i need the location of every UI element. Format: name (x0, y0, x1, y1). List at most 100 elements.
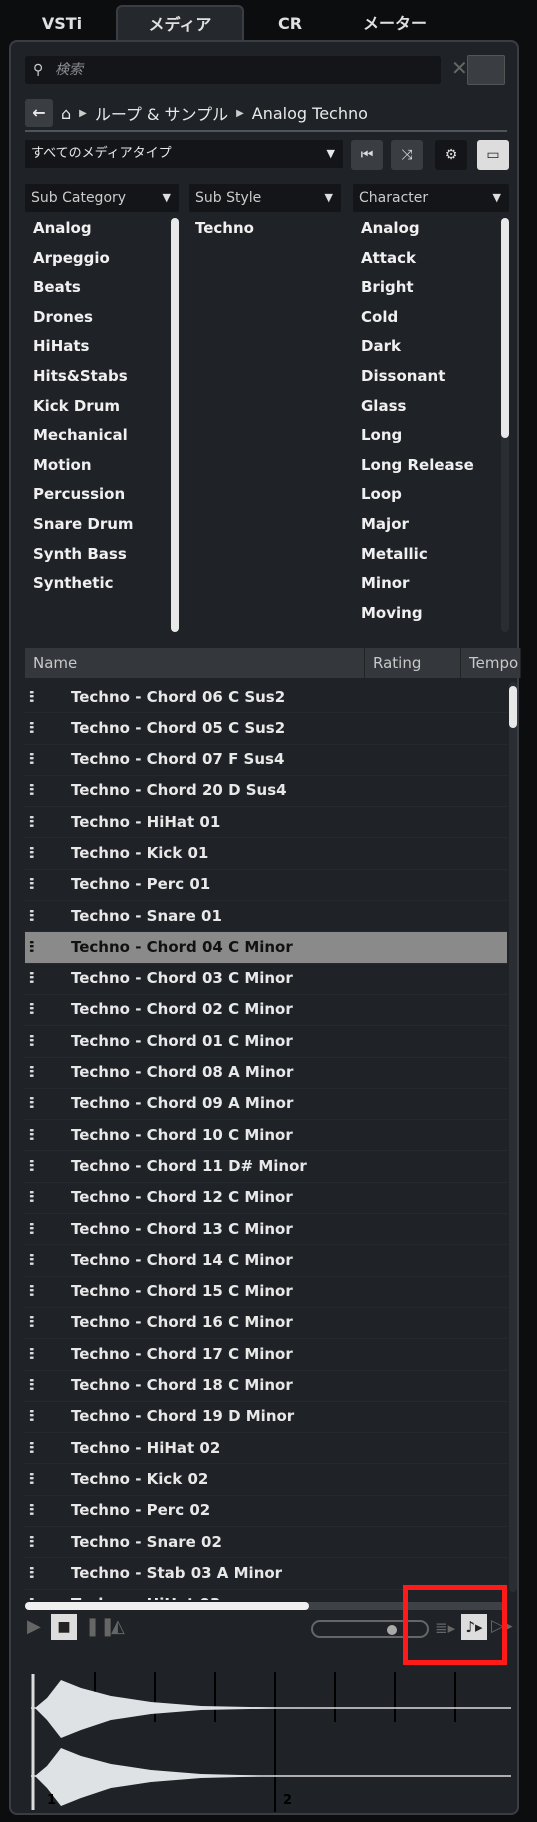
filter-item[interactable]: Major (361, 510, 474, 540)
list-item[interactable]: ⫶⫶⫶ Techno - Chord 20 D Sus4 (25, 776, 507, 808)
home-icon[interactable]: ⌂ (61, 104, 71, 123)
filter-scrollbar[interactable] (501, 218, 509, 632)
rewind-button[interactable]: ⏮ (351, 140, 383, 170)
list-item[interactable]: ⫶⫶⫶ Techno - Chord 13 C Minor (25, 1214, 507, 1246)
audio-waveform-icon: ⫶⫶⫶ (29, 1282, 34, 1301)
list-item[interactable]: ⫶⫶⫶ Techno - Chord 04 C Minor (25, 932, 507, 964)
list-item[interactable]: ⫶⫶⫶ Techno - Chord 11 D# Minor (25, 1151, 507, 1183)
filter-sub-style[interactable]: Sub Style ▼ (189, 184, 341, 212)
list-item[interactable]: ⫶⫶⫶ Techno - Chord 10 C Minor (25, 1120, 507, 1152)
filter-item[interactable]: HiHats (33, 332, 134, 362)
breadcrumb-item[interactable]: Analog Techno (252, 104, 368, 123)
audio-waveform-icon: ⫶⫶⫶ (29, 1501, 34, 1520)
list-scrollbar[interactable] (509, 682, 517, 1592)
filter-item[interactable]: Synthetic (33, 569, 134, 599)
list-item[interactable]: ⫶⫶⫶ Techno - HiHat 02 (25, 1433, 507, 1465)
list-item[interactable]: ⫶⫶⫶ Techno - Chord 16 C Minor (25, 1308, 507, 1340)
filter-item[interactable]: Bright (361, 273, 474, 303)
search-input[interactable]: ⚲ 検索 (25, 56, 441, 84)
filter-item[interactable]: Moving (361, 599, 474, 629)
audio-waveform-icon: ⫶⫶⫶ (29, 1188, 34, 1207)
filter-item[interactable]: Drones (33, 303, 134, 333)
list-item[interactable]: ⫶⫶⫶ Techno - Perc 02 (25, 1496, 507, 1528)
audio-waveform-icon: ⫶⫶⫶ (29, 1250, 34, 1269)
filter-item[interactable]: Long Release (361, 451, 474, 481)
layout-toggle-button[interactable]: ▭ (477, 140, 509, 170)
tab-vsti[interactable]: VSTi (22, 6, 102, 44)
item-name: Techno - Chord 17 C Minor (71, 1344, 293, 1363)
breadcrumb-separator-icon: ▶ (79, 107, 87, 119)
search-options-button[interactable] (467, 55, 505, 85)
item-name: Techno - Chord 03 C Minor (71, 969, 293, 988)
filter-sub-category[interactable]: Sub Category ▼ (25, 184, 179, 212)
filter-item[interactable]: Kick Drum (33, 392, 134, 422)
settings-gear-icon[interactable]: ⚙ (435, 140, 467, 170)
list-item[interactable]: ⫶⫶⫶ Techno - Chord 03 C Minor (25, 964, 507, 995)
clear-search-icon[interactable]: ✕ (451, 56, 468, 80)
filter-item[interactable]: Loop (361, 480, 474, 510)
filter-item[interactable]: Attack (361, 244, 474, 274)
filter-item[interactable]: Synth Bass (33, 540, 134, 570)
stop-icon[interactable]: ■ (51, 1614, 77, 1640)
shuffle-button[interactable]: ⤨ (391, 140, 423, 170)
filter-item[interactable]: Analog (33, 214, 134, 244)
filter-item[interactable]: Glass (361, 392, 474, 422)
filter-item[interactable]: Motion (33, 451, 134, 481)
highlight-box (403, 1585, 507, 1665)
list-item[interactable]: ⫶⫶⫶ Techno - Chord 09 A Minor (25, 1089, 507, 1121)
list-item[interactable]: ⫶⫶⫶ Techno - Snare 02 (25, 1527, 507, 1559)
filter-item[interactable]: Hits&Stabs (33, 362, 134, 392)
filter-item[interactable]: Analog (361, 214, 474, 244)
list-item[interactable]: ⫶⫶⫶ Techno - Snare 01 (25, 901, 507, 933)
list-item[interactable]: ⫶⫶⫶ Techno - Chord 19 D Minor (25, 1402, 507, 1434)
column-tempo[interactable]: Tempo (461, 648, 521, 678)
list-item[interactable]: ⫶⫶⫶ Techno - Chord 18 C Minor (25, 1371, 507, 1402)
filter-item[interactable]: Percussion (33, 480, 134, 510)
filter-character[interactable]: Character ▼ (353, 184, 509, 212)
filter-item[interactable]: Techno (195, 214, 254, 244)
filter-item[interactable]: Snare Drum (33, 510, 134, 540)
list-item[interactable]: ⫶⫶⫶ Techno - Chord 14 C Minor (25, 1245, 507, 1277)
list-item[interactable]: ⫶⫶⫶ Techno - Chord 15 C Minor (25, 1277, 507, 1308)
filter-item[interactable]: Arpeggio (33, 244, 134, 274)
item-name: Techno - Chord 07 F Sus4 (71, 750, 285, 769)
column-name[interactable]: Name (25, 648, 365, 678)
filter-item[interactable]: Dissonant (361, 362, 474, 392)
item-name: Techno - Perc 02 (71, 1501, 211, 1520)
list-item[interactable]: ⫶⫶⫶ Techno - Chord 12 C Minor (25, 1183, 507, 1215)
list-item[interactable]: ⫶⫶⫶ Techno - Chord 08 A Minor (25, 1058, 507, 1089)
list-item[interactable]: ⫶⫶⫶ Techno - Chord 07 F Sus4 (25, 745, 507, 776)
filter-item[interactable]: Dark (361, 332, 474, 362)
item-name: Techno - Snare 01 (71, 906, 222, 925)
item-name: Techno - Chord 18 C Minor (71, 1376, 293, 1395)
filter-header-label: Character (359, 190, 429, 206)
breadcrumb-item[interactable]: ループ & サンプル (95, 101, 228, 125)
filter-item[interactable]: Long (361, 421, 474, 451)
back-button[interactable]: ← (25, 99, 53, 127)
item-name: Techno - Chord 02 C Minor (71, 1000, 293, 1019)
list-item[interactable]: ⫶⫶⫶ Techno - Kick 02 (25, 1464, 507, 1496)
filter-item[interactable]: Minor (361, 569, 474, 599)
list-item[interactable]: ⫶⫶⫶ Techno - Chord 05 C Sus2 (25, 713, 507, 745)
filter-item[interactable]: Metallic (361, 540, 474, 570)
list-item[interactable]: ⫶⫶⫶ Techno - Chord 01 C Minor (25, 1026, 507, 1058)
level-icon[interactable]: ◭ (111, 1616, 125, 1637)
list-item[interactable]: ⫶⫶⫶ Techno - Chord 17 C Minor (25, 1339, 507, 1371)
list-item[interactable]: ⫶⫶⫶ Techno - Kick 01 (25, 838, 507, 870)
audio-waveform-icon: ⫶⫶⫶ (29, 1000, 34, 1019)
list-item[interactable]: ⫶⫶⫶ Techno - Chord 02 C Minor (25, 995, 507, 1027)
filter-item[interactable]: Cold (361, 303, 474, 333)
list-item[interactable]: ⫶⫶⫶ Techno - Chord 06 C Sus2 (25, 682, 507, 714)
list-item[interactable]: ⫶⫶⫶ Techno - HiHat 01 (25, 807, 507, 839)
filter-scrollbar[interactable] (171, 218, 179, 632)
column-rating[interactable]: Rating (365, 648, 461, 678)
tab-cr[interactable]: CR (250, 6, 330, 44)
list-item[interactable]: ⫶⫶⫶ Techno - Perc 01 (25, 870, 507, 902)
tab-meter[interactable]: メーター (340, 6, 450, 44)
play-icon[interactable]: ▶ (27, 1616, 41, 1637)
item-name: Techno - Chord 05 C Sus2 (71, 718, 286, 737)
media-type-select[interactable]: すべてのメディアタイプ ▼ (25, 140, 343, 168)
filter-item[interactable]: Beats (33, 273, 134, 303)
filter-header-label: Sub Style (195, 190, 262, 206)
filter-item[interactable]: Mechanical (33, 421, 134, 451)
